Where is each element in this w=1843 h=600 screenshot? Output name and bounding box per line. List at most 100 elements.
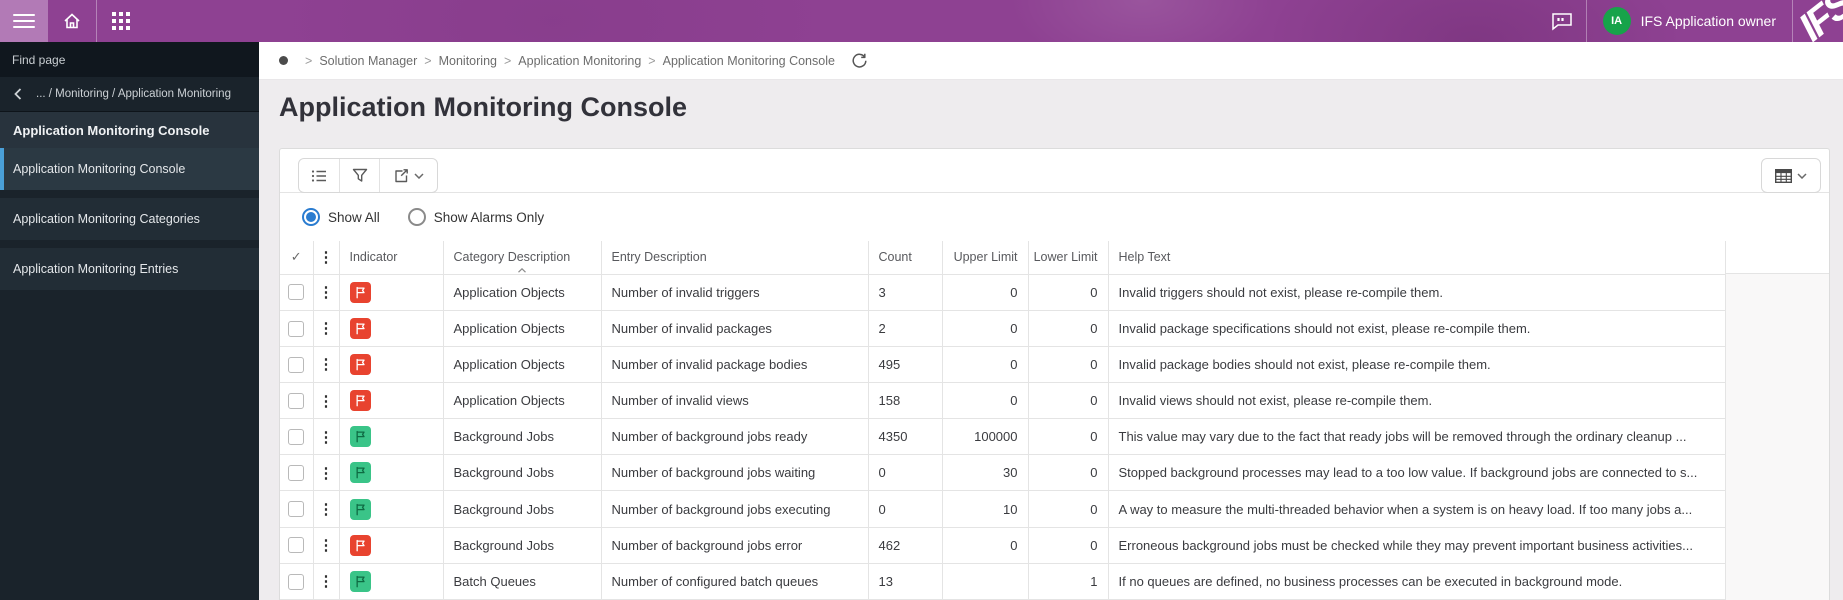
category-cell: Background Jobs: [443, 419, 601, 455]
entry-cell: Number of background jobs error: [601, 527, 868, 563]
table-grid-icon: [1775, 169, 1792, 183]
sidebar-item[interactable]: Application Monitoring Entries: [0, 248, 259, 290]
upper-limit-cell: 0: [942, 382, 1028, 418]
column-header-count[interactable]: Count: [868, 241, 942, 274]
row-checkbox[interactable]: [288, 321, 304, 337]
upper-limit-cell: 10: [942, 491, 1028, 527]
row-checkbox[interactable]: [288, 393, 304, 409]
table-row[interactable]: ⋮Background JobsNumber of background job…: [280, 419, 1725, 455]
ok-flag-icon[interactable]: [350, 462, 371, 483]
breadcrumb-link[interactable]: Solution Manager: [319, 54, 417, 68]
upper-limit-cell: 30: [942, 455, 1028, 491]
feedback-chat-button[interactable]: [1538, 0, 1586, 42]
alarm-flag-icon[interactable]: [350, 390, 371, 411]
ok-flag-icon[interactable]: [350, 426, 371, 447]
filter-button[interactable]: [339, 159, 379, 192]
header-kebab-icon[interactable]: ⋮: [319, 249, 334, 266]
row-kebab-icon[interactable]: ⋮: [319, 573, 334, 590]
alarm-flag-icon[interactable]: [350, 282, 371, 303]
row-kebab-icon[interactable]: ⋮: [319, 284, 334, 301]
count-cell: 0: [868, 455, 942, 491]
upper-limit-cell: 0: [942, 346, 1028, 382]
sidebar-back-navigation[interactable]: ... / Monitoring / Application Monitorin…: [0, 77, 259, 112]
row-checkbox[interactable]: [288, 465, 304, 481]
lower-limit-cell: 1: [1028, 563, 1108, 599]
breadcrumb-link[interactable]: Application Monitoring Console: [663, 54, 835, 68]
row-kebab-icon[interactable]: ⋮: [319, 320, 334, 337]
column-header-category[interactable]: Category Description: [443, 241, 601, 274]
table-row[interactable]: ⋮Background JobsNumber of background job…: [280, 455, 1725, 491]
ifs-logo-text: IFS: [1793, 0, 1843, 42]
table-row[interactable]: ⋮Application ObjectsNumber of invalid tr…: [280, 274, 1725, 310]
breadcrumb-link[interactable]: Application Monitoring: [518, 54, 641, 68]
category-cell: Application Objects: [443, 382, 601, 418]
table-row[interactable]: ⋮Application ObjectsNumber of invalid pa…: [280, 310, 1725, 346]
app-launcher-button[interactable]: [97, 0, 145, 42]
monitoring-table-zone: ✓ ⋮ Indicator Category Description Entry: [280, 241, 1829, 600]
upper-limit-cell: 0: [942, 310, 1028, 346]
home-button[interactable]: [48, 0, 96, 42]
hamburger-menu-button[interactable]: [0, 0, 48, 42]
row-kebab-icon[interactable]: ⋮: [319, 501, 334, 518]
table-row[interactable]: ⋮ Background JobsNumber of background job…: [280, 527, 1725, 563]
breadcrumb-separator: >: [504, 54, 511, 68]
upper-limit-cell: 0: [942, 274, 1028, 310]
table-filler-header: [1726, 241, 1830, 274]
ok-flag-icon[interactable]: [350, 499, 371, 520]
row-kebab-icon[interactable]: ⋮: [319, 537, 334, 554]
app-root: IA IFS Application owner IFS Find page .…: [0, 0, 1843, 600]
radio-option[interactable]: Show Alarms Only: [408, 208, 544, 226]
find-page-input[interactable]: Find page: [0, 42, 259, 77]
sidebar-item[interactable]: Application Monitoring Categories: [0, 198, 259, 240]
refresh-button[interactable]: [851, 52, 868, 69]
list-view-button[interactable]: [299, 159, 339, 192]
ok-flag-icon[interactable]: [350, 571, 371, 592]
row-checkbox[interactable]: [288, 501, 304, 517]
table-row[interactable]: ⋮Background JobsNumber of background job…: [280, 491, 1725, 527]
entry-cell: Number of invalid triggers: [601, 274, 868, 310]
chevron-left-icon: [14, 88, 22, 100]
table-row[interactable]: ⋮Batch QueuesNumber of configured batch …: [280, 563, 1725, 599]
row-kebab-icon[interactable]: ⋮: [319, 356, 334, 373]
row-kebab-icon[interactable]: ⋮: [319, 429, 334, 446]
avatar[interactable]: IA: [1603, 7, 1631, 35]
row-checkbox[interactable]: [288, 537, 304, 553]
help-text-cell: A way to measure the multi-threaded beha…: [1108, 491, 1725, 527]
count-cell: 2: [868, 310, 942, 346]
table-row[interactable]: ⋮Application ObjectsNumber of invalid pa…: [280, 346, 1725, 382]
category-cell: Background Jobs: [443, 527, 601, 563]
alarm-flag-icon[interactable]: [350, 318, 371, 339]
user-menu[interactable]: IA IFS Application owner: [1587, 0, 1792, 42]
radio-option[interactable]: Show All: [302, 208, 380, 226]
row-checkbox[interactable]: [288, 284, 304, 300]
row-kebab-icon[interactable]: ⋮: [319, 393, 334, 410]
alarm-flag-icon[interactable]: [350, 354, 371, 375]
breadcrumb-link[interactable]: Monitoring: [439, 54, 497, 68]
row-checkbox[interactable]: [288, 357, 304, 373]
column-header-lower-limit[interactable]: Lower Limit: [1028, 241, 1108, 274]
table-view-selector-button[interactable]: [1762, 159, 1820, 192]
radio-unselected-icon[interactable]: [408, 208, 426, 226]
count-cell: 3: [868, 274, 942, 310]
ifs-logo: IFS: [1793, 0, 1843, 42]
row-kebab-icon[interactable]: ⋮: [319, 465, 334, 482]
category-cell: Background Jobs: [443, 455, 601, 491]
radio-selected-icon[interactable]: [302, 208, 320, 226]
lower-limit-cell: 0: [1028, 491, 1108, 527]
list-icon: [310, 168, 328, 184]
table-row[interactable]: ⋮Application ObjectsNumber of invalid vi…: [280, 382, 1725, 418]
breadcrumb-root-dot[interactable]: [279, 56, 288, 65]
column-header-upper-limit[interactable]: Upper Limit: [942, 241, 1028, 274]
export-button[interactable]: [379, 159, 437, 192]
navigation-sidebar: Find page ... / Monitoring / Application…: [0, 42, 259, 600]
column-header-indicator[interactable]: Indicator: [339, 241, 443, 274]
alarm-flag-icon[interactable]: [350, 535, 371, 556]
row-checkbox[interactable]: [288, 429, 304, 445]
sidebar-item[interactable]: Application Monitoring Console: [0, 148, 259, 190]
column-header-help-text[interactable]: Help Text: [1108, 241, 1725, 274]
category-cell: Batch Queues: [443, 563, 601, 599]
column-header-entry[interactable]: Entry Description: [601, 241, 868, 274]
upper-limit-cell: 0: [942, 527, 1028, 563]
select-all-checkmark[interactable]: ✓: [291, 249, 302, 264]
row-checkbox[interactable]: [288, 574, 304, 590]
